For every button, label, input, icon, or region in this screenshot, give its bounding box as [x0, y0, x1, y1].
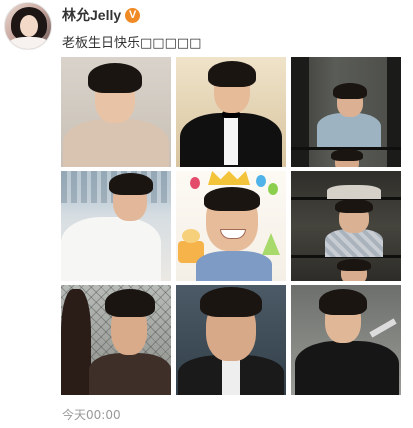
photo-3[interactable] — [291, 57, 401, 167]
photo-2[interactable] — [176, 57, 286, 167]
weibo-post: 林允Jelly V 老板生日快乐□□□□□ 今天00:00 — [0, 0, 413, 428]
photo-4[interactable] — [61, 171, 171, 281]
photo-1[interactable] — [61, 57, 171, 167]
photo-grid — [61, 57, 401, 395]
post-timestamp: 今天00:00 — [62, 408, 121, 422]
post-text: 老板生日快乐□□□□□ — [62, 36, 202, 51]
photo-9[interactable] — [291, 285, 401, 395]
photo-5[interactable] — [176, 171, 286, 281]
avatar[interactable] — [4, 2, 52, 50]
photo-6[interactable] — [291, 171, 401, 281]
username-text[interactable]: 林允Jelly — [62, 5, 121, 25]
photo-8[interactable] — [176, 285, 286, 395]
verified-badge-icon: V — [125, 7, 141, 23]
photo-7[interactable] — [61, 285, 171, 395]
username[interactable]: 林允Jelly V — [62, 5, 141, 25]
